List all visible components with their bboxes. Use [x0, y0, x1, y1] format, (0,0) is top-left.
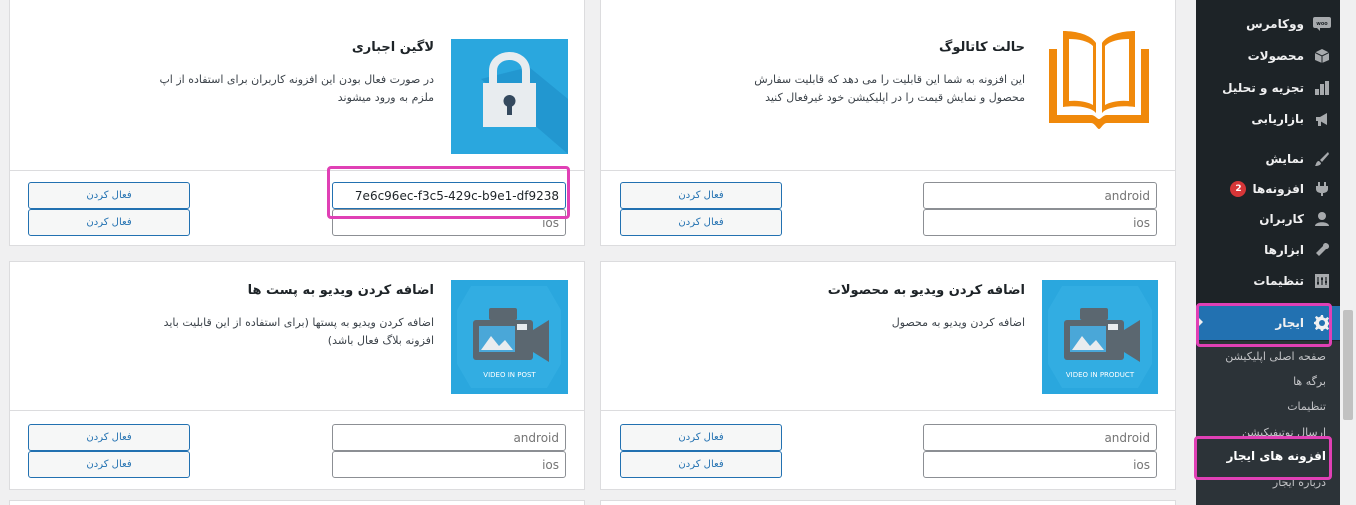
card-title: لاگین اجباری — [351, 40, 434, 55]
wrench-icon — [1312, 240, 1332, 260]
submenu-item-app-home[interactable]: صفحه اصلی اپلیکیشن — [1196, 345, 1340, 367]
activate-android-button[interactable]: فعال کردن — [28, 424, 190, 451]
box-icon — [1312, 46, 1332, 66]
settings-sliders-icon — [1312, 271, 1332, 291]
sidebar-item-label: ووکامرس — [1246, 17, 1304, 31]
card-video-in-post: VIDEO IN POST اضافه کردن ویدیو به پست ها… — [9, 261, 585, 490]
app-root: حالت کاتالوگ این افزونه به شما این قابلی… — [0, 0, 1356, 505]
update-count-badge: 2 — [1230, 181, 1247, 197]
submenu-item-ijar-plugins[interactable]: افزونه های ایجار — [1196, 439, 1340, 473]
gear-icon — [1312, 313, 1332, 333]
activate-ios-button[interactable]: فعال کردن — [28, 451, 190, 478]
woo-icon: woo — [1312, 14, 1332, 34]
card-description: اضافه کردن ویدیو به پستها (برای استفاده … — [163, 316, 434, 347]
submenu-item-pages[interactable]: برگه ها — [1196, 370, 1340, 392]
sidebar-item-label: کاربران — [1259, 212, 1304, 226]
sidebar-item-label: ایجار — [1275, 316, 1304, 330]
image-caption: VIDEO IN POST — [483, 371, 536, 379]
submenu-item-settings[interactable]: تنظیمات — [1196, 395, 1340, 417]
admin-sidebar: woo ووکامرس محصولات تجزیه و تحلیل بازاری… — [1196, 0, 1340, 505]
card-next-row — [600, 500, 1176, 505]
card-description: در صورت فعال بودن این افزونه کاربران برا… — [159, 73, 434, 104]
card-title: حالت کاتالوگ — [939, 40, 1025, 55]
card-description: این افزونه به شما این قابلیت را می دهد ک… — [754, 73, 1025, 104]
sidebar-item-label: تنظیمات — [1253, 274, 1304, 288]
sidebar-item-label: نمایش — [1265, 152, 1304, 166]
video-camera-icon: VIDEO IN POST — [451, 280, 568, 394]
activate-android-button[interactable]: فعال کردن — [620, 424, 782, 451]
sidebar-item-tools[interactable]: ابزارها — [1196, 236, 1340, 264]
card-video-in-product: VIDEO IN PRODUCT اضافه کردن ویدیو به محص… — [600, 261, 1176, 490]
plugin-icon — [1312, 179, 1332, 199]
activate-ios-button[interactable]: فعال کردن — [28, 209, 190, 236]
sidebar-item-products[interactable]: محصولات — [1196, 42, 1340, 70]
card-header: حالت کاتالوگ این افزونه به شما این قابلی… — [601, 0, 1175, 171]
submenu-item-appendix[interactable]: ضمیمه — [1196, 497, 1340, 505]
android-key-input[interactable] — [923, 424, 1157, 451]
activate-ios-button[interactable]: فعال کردن — [620, 209, 782, 236]
card-title: اضافه کردن ویدیو به پست ها — [247, 283, 434, 298]
megaphone-icon — [1312, 109, 1332, 129]
sidebar-item-plugins[interactable]: افزونه‌ها 2 — [1196, 175, 1340, 203]
scrollbar-thumb[interactable] — [1343, 310, 1353, 420]
card-catalog-mode: حالت کاتالوگ این افزونه به شما این قابلی… — [600, 0, 1176, 246]
paint-brush-icon — [1312, 149, 1332, 169]
card-next-row — [9, 500, 585, 505]
sidebar-item-label: محصولات — [1247, 49, 1304, 63]
activate-ios-button[interactable]: فعال کردن — [620, 451, 782, 478]
ijar-submenu: صفحه اصلی اپلیکیشن برگه ها تنظیمات ارسال… — [1196, 341, 1340, 505]
sidebar-item-settings[interactable]: تنظیمات — [1196, 267, 1340, 295]
card-header: لاگین اجباری در صورت فعال بودن این افزون… — [10, 0, 584, 171]
card-header: VIDEO IN POST اضافه کردن ویدیو به پست ها… — [10, 262, 584, 411]
sidebar-item-label: بازاریابی — [1251, 112, 1304, 126]
card-title: اضافه کردن ویدیو به محصولات — [827, 283, 1025, 298]
card-description: اضافه کردن ویدیو به محصول — [891, 316, 1025, 329]
open-book-icon — [1041, 19, 1157, 135]
sidebar-item-label: ابزارها — [1264, 243, 1304, 257]
android-key-input[interactable] — [923, 182, 1157, 209]
svg-text:woo: woo — [1316, 21, 1328, 27]
bar-chart-icon — [1312, 78, 1332, 98]
ios-key-input[interactable] — [332, 209, 566, 236]
android-key-input[interactable] — [332, 182, 566, 209]
sidebar-item-appearance[interactable]: نمایش — [1196, 145, 1340, 173]
sidebar-item-analytics[interactable]: تجزیه و تحلیل — [1196, 74, 1340, 102]
activate-android-button[interactable]: فعال کردن — [620, 182, 782, 209]
sidebar-item-woocommerce[interactable]: woo ووکامرس — [1196, 10, 1340, 38]
ios-key-input[interactable] — [923, 209, 1157, 236]
page-scrollbar[interactable] — [1340, 0, 1356, 505]
submenu-item-about-ijar[interactable]: درباره ایجار — [1196, 471, 1340, 493]
sidebar-item-marketing[interactable]: بازاریابی — [1196, 105, 1340, 133]
active-indicator — [1196, 315, 1203, 329]
image-caption: VIDEO IN PRODUCT — [1065, 371, 1135, 379]
user-icon — [1312, 209, 1332, 229]
sidebar-item-label: افزونه‌ها — [1252, 182, 1304, 196]
card-header: VIDEO IN PRODUCT اضافه کردن ویدیو به محص… — [601, 262, 1175, 411]
ios-key-input[interactable] — [332, 451, 566, 478]
card-forced-login: لاگین اجباری در صورت فعال بودن این افزون… — [9, 0, 585, 246]
android-key-input[interactable] — [332, 424, 566, 451]
sidebar-item-label: تجزیه و تحلیل — [1222, 81, 1304, 95]
sidebar-item-ijar[interactable]: ایجار — [1196, 306, 1340, 340]
padlock-icon — [451, 39, 568, 154]
video-camera-icon: VIDEO IN PRODUCT — [1042, 280, 1158, 394]
sidebar-item-users[interactable]: کاربران — [1196, 205, 1340, 233]
ios-key-input[interactable] — [923, 451, 1157, 478]
activate-android-button[interactable]: فعال کردن — [28, 182, 190, 209]
